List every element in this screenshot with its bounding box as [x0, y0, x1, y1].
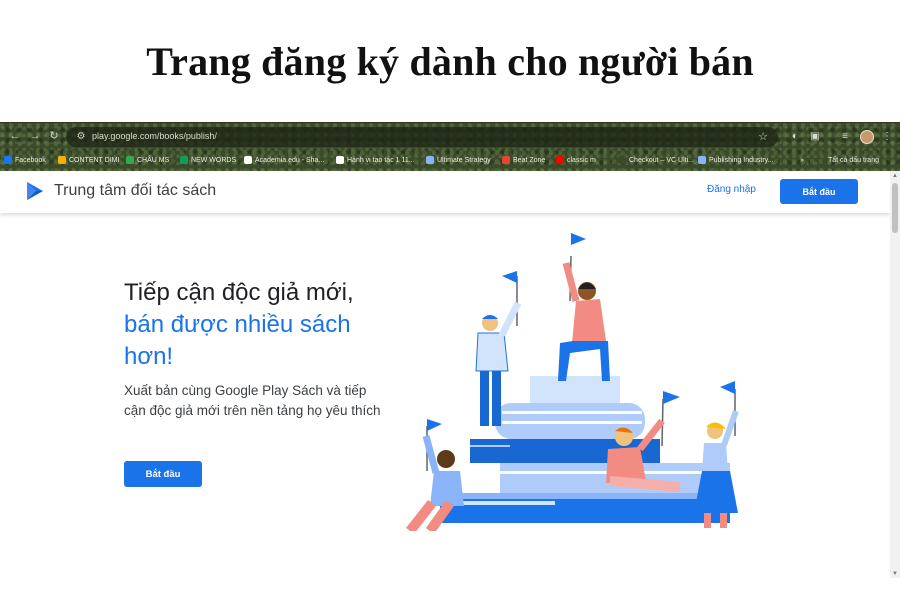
- bookmark-favicon-icon: [58, 156, 66, 164]
- bookmark-label: Checkout – VC Ulti...: [629, 156, 694, 164]
- address-bar[interactable]: ⚙ play.google.com/books/publish/ ☆: [66, 127, 778, 147]
- site-info-icon[interactable]: ⚙: [75, 131, 87, 143]
- site-header: Trung tâm đối tác sách Đăng nhập Bắt đầu: [0, 171, 890, 213]
- bookmark-favicon-icon: [4, 156, 12, 164]
- bookmark-item[interactable]: Checkout – VC Ulti...: [618, 154, 694, 166]
- back-icon[interactable]: ←: [8, 129, 22, 143]
- media-icon[interactable]: ≡: [838, 130, 852, 144]
- person-cap-waving: [475, 271, 522, 426]
- bookmark-favicon-icon: [126, 156, 134, 164]
- hero-title-line1: Tiếp cận độc giả mới,: [124, 279, 354, 306]
- bookmark-label: Ultimate Strategy: [437, 156, 491, 164]
- person-top-sitting: [558, 233, 610, 381]
- bookmark-favicon-icon: [698, 156, 706, 164]
- scroll-up-icon[interactable]: ▲: [890, 173, 900, 179]
- hero-title: Tiếp cận độc giả mới, bán được nhiều sác…: [124, 277, 394, 373]
- bookmark-item[interactable]: CHÂU MS: [126, 154, 169, 166]
- forward-icon[interactable]: →: [28, 129, 42, 143]
- bookmarks-bar: Facebook CONTENT DIMI CHÂU MS NEW WORDS Acad…: [0, 150, 900, 170]
- bookmark-item[interactable]: Beat Zone: [502, 154, 545, 166]
- readers-books-illustration: [406, 233, 739, 531]
- extension-icon[interactable]: ◐: [788, 130, 802, 144]
- bookmark-favicon-icon: [426, 156, 434, 164]
- bookmark-item[interactable]: NEW WORDS: [180, 154, 236, 166]
- bookmark-item[interactable]: Publishing Industry...: [698, 154, 773, 166]
- play-books-logo-icon[interactable]: [24, 180, 46, 202]
- bookmark-favicon-icon: [556, 156, 564, 164]
- bookmark-item[interactable]: CONTENT DIMI: [58, 154, 119, 166]
- browser-toolbar: ← → ↻ ⚙ play.google.com/books/publish/ ☆…: [0, 125, 900, 149]
- browser-window: ← → ↻ ⚙ play.google.com/books/publish/ ☆…: [0, 122, 900, 578]
- bookmark-label: CHÂU MS: [137, 156, 170, 164]
- page-content: Trung tâm đối tác sách Đăng nhập Bắt đầu…: [0, 171, 890, 578]
- browser-chrome: ← → ↻ ⚙ play.google.com/books/publish/ ☆…: [0, 123, 900, 171]
- person-right-standing: [694, 381, 739, 528]
- url-text[interactable]: play.google.com/books/publish/: [92, 131, 217, 141]
- bookmark-label: Academia.edu - Sha...: [255, 156, 325, 164]
- bookmark-item[interactable]: Ultimate Strategy: [426, 154, 491, 166]
- page-scrollbar[interactable]: ▲ ▼: [890, 171, 900, 578]
- extensions-puzzle-icon[interactable]: ▣: [808, 130, 822, 144]
- bookmark-label: CONTENT DIMI: [69, 156, 120, 164]
- bookmark-favicon-icon: [244, 156, 252, 164]
- bookmark-label: Tất cả dấu trang: [828, 156, 879, 164]
- bookmark-favicon-icon: [336, 156, 344, 164]
- bookmark-label: Facebook: [15, 156, 46, 164]
- scroll-down-icon[interactable]: ▼: [890, 571, 900, 577]
- bookmark-label: »: [800, 156, 804, 164]
- hero-description: Xuất bản cùng Google Play Sách và tiếp c…: [124, 383, 381, 418]
- bookmark-label: classic m: [567, 156, 596, 164]
- bookmark-item[interactable]: »: [800, 154, 804, 166]
- bookmark-label: NEW WORDS: [191, 156, 237, 164]
- profile-avatar[interactable]: [860, 130, 874, 144]
- site-title: Trung tâm đối tác sách: [54, 182, 217, 199]
- login-link[interactable]: Đăng nhập: [707, 184, 756, 195]
- scrollbar-thumb[interactable]: [892, 183, 898, 233]
- hero-start-button[interactable]: Bắt đầu: [124, 461, 202, 487]
- bookmark-favicon-icon: [618, 156, 626, 164]
- bookmark-label: Publishing Industry...: [709, 156, 774, 164]
- header-start-button[interactable]: Bắt đầu: [780, 179, 858, 204]
- bookmark-item[interactable]: Academia.edu - Sha...: [244, 154, 324, 166]
- reload-icon[interactable]: ↻: [47, 129, 61, 143]
- bookmark-favicon-icon: [180, 156, 188, 164]
- menu-icon[interactable]: ⋮: [880, 130, 894, 144]
- caption-area: Trang đăng ký dành cho người bán: [0, 0, 900, 122]
- bookmark-item[interactable]: Facebook: [4, 154, 46, 166]
- bookmark-label: Hành vi tạo tác 1 11...: [347, 156, 415, 164]
- bookmark-item[interactable]: Tất cả dấu trang: [828, 154, 879, 166]
- bookmark-item[interactable]: Hành vi tạo tác 1 11...: [336, 154, 415, 166]
- bookmark-star-icon[interactable]: ☆: [758, 130, 768, 143]
- hero-title-line2: bán được nhiều sách hơn!: [124, 311, 351, 370]
- bookmark-label: Beat Zone: [513, 156, 546, 164]
- bookmark-item[interactable]: classic m: [556, 154, 596, 166]
- bookmark-favicon-icon: [502, 156, 510, 164]
- caption-title: Trang đăng ký dành cho người bán: [146, 38, 754, 84]
